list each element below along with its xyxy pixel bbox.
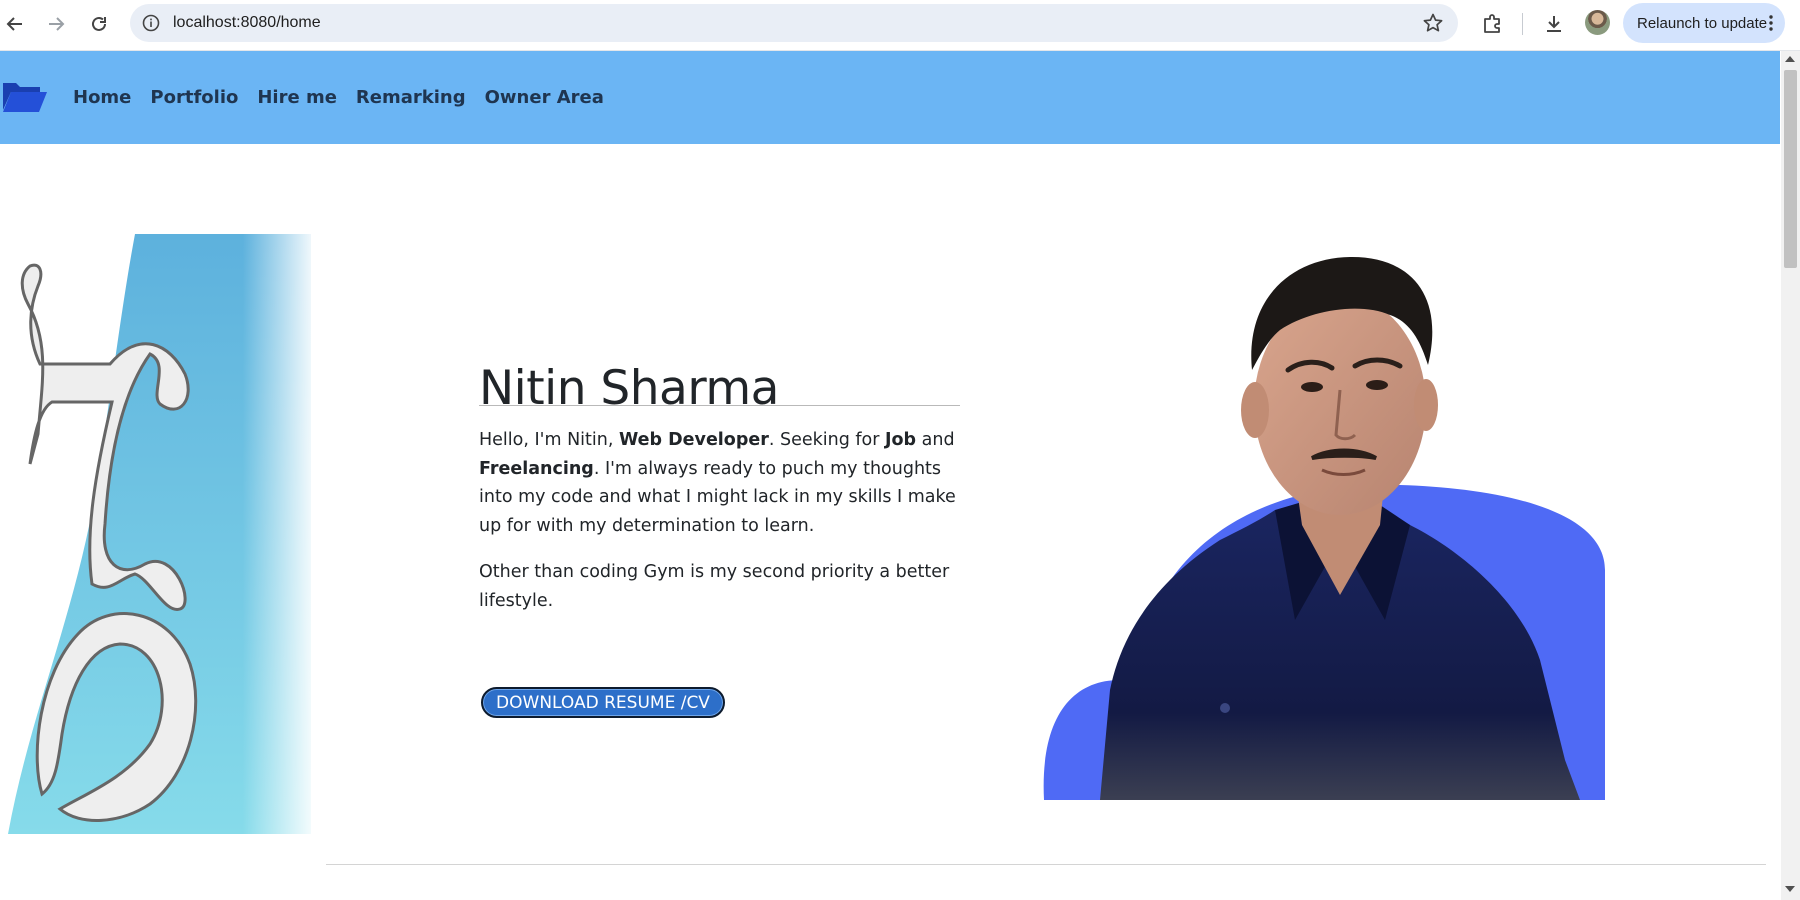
bio-paragraph-2: Other than coding Gym is my second prior…	[479, 562, 950, 611]
relaunch-label: Relaunch to update	[1637, 14, 1768, 32]
nav-link-home[interactable]: Home	[73, 87, 131, 108]
toolbar-divider	[1522, 13, 1523, 35]
url-text[interactable]: localhost:8080/home	[173, 14, 321, 32]
bookmark-star-icon[interactable]	[1422, 12, 1444, 34]
bio-emphasis-freelancing: Freelancing	[479, 458, 594, 479]
nav-link-owner-area[interactable]: Owner Area	[485, 87, 604, 108]
bio-text-segment: Hello, I'm Nitin,	[479, 430, 619, 450]
profile-name: Nitin Sharma	[479, 361, 779, 417]
address-bar[interactable]: localhost:8080/home	[130, 4, 1458, 42]
scroll-up-arrow-icon[interactable]	[1785, 56, 1795, 62]
title-divider	[479, 405, 960, 406]
profile-photo	[1043, 256, 1605, 800]
bio-text-segment: and	[916, 430, 955, 450]
bio-paragraph-1: Hello, I'm Nitin, Web Developer. Seeking…	[479, 426, 964, 540]
nav-link-remarking[interactable]: Remarking	[356, 87, 466, 108]
extensions-icon[interactable]	[1478, 10, 1506, 38]
bio-emphasis-role: Web Developer	[618, 430, 769, 450]
more-options-icon[interactable]	[1769, 15, 1773, 31]
bio-text-segment: . Seeking for	[768, 430, 886, 450]
scroll-down-arrow-icon[interactable]	[1785, 886, 1795, 892]
forward-icon[interactable]	[42, 10, 70, 38]
site-info-icon[interactable]	[142, 14, 160, 32]
scrollbar-thumb[interactable]	[1784, 70, 1797, 268]
relaunch-button[interactable]: Relaunch to update	[1623, 3, 1785, 43]
back-icon[interactable]	[1, 10, 29, 38]
site-navbar: Home Portfolio Hire me Remarking Owner A…	[0, 51, 1780, 144]
nav-link-hire-me[interactable]: Hire me	[257, 87, 337, 108]
browser-toolbar: localhost:8080/home Relaunch to update	[0, 0, 1800, 51]
section-divider	[326, 864, 1766, 865]
reload-icon[interactable]	[85, 10, 113, 38]
download-icon[interactable]	[1540, 10, 1568, 38]
bio-emphasis-job: Job	[885, 430, 917, 450]
folder-open-icon[interactable]	[2, 77, 48, 115]
nav-link-portfolio[interactable]: Portfolio	[150, 87, 238, 108]
bio-text: Hello, I'm Nitin, Web Developer. Seeking…	[479, 426, 964, 633]
download-resume-button[interactable]: DOWNLOAD RESUME /CV	[481, 687, 725, 718]
profile-avatar[interactable]	[1585, 10, 1610, 35]
nav-links: Home Portfolio Hire me Remarking Owner A…	[73, 87, 623, 108]
dh-logo-artwork	[0, 234, 311, 834]
